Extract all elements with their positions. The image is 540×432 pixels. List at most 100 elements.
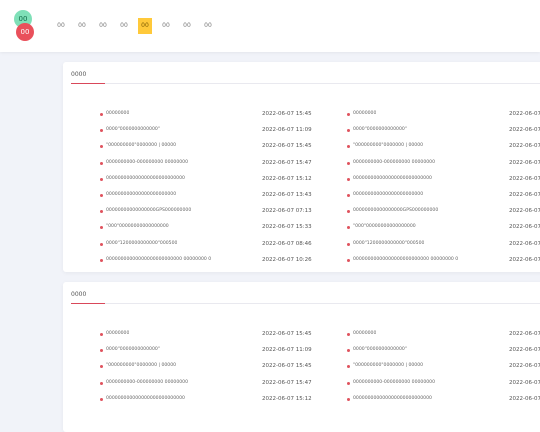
nav-item-6[interactable]: 00 <box>159 18 173 34</box>
item-date: 2022-06-07 10:26 <box>262 256 312 263</box>
list-item[interactable]: 00000000 2022-06-07 15:45 <box>99 107 329 123</box>
list-item[interactable]: "000"00000000000000000 2022-06-07 15:33 <box>99 220 329 236</box>
list-item[interactable]: "000000000"0000000 | 00000 2022-06-07 15:… <box>99 359 329 375</box>
list-item[interactable]: 0000"0000000000000" 2022-06-07 11:09 <box>99 123 329 139</box>
item-title[interactable]: "000000000"0000000 | 00000 <box>353 361 423 371</box>
item-title[interactable]: 0000000000-000000000 00000000 <box>106 378 188 388</box>
item-title[interactable]: "000000000"0000000 | 00000 <box>106 361 176 371</box>
item-title[interactable]: "000"00000000000000000 <box>353 222 416 232</box>
list-item[interactable]: 000000000000000000000000000 2022-06-07 <box>346 172 540 188</box>
list-item[interactable]: "000000000"0000000 | 00000 2022-06-07 <box>346 139 540 155</box>
item-date: 2022-06-07 15:12 <box>262 175 312 182</box>
list-item[interactable]: 0000"1200000000000"000500 2022-06-07 08:4… <box>99 237 329 253</box>
item-title[interactable]: 00000000 <box>106 329 129 339</box>
item-date: 2022-06-07 <box>509 363 540 370</box>
nav-item-2[interactable]: 00 <box>75 18 89 34</box>
bullet-icon <box>347 349 350 353</box>
list-item[interactable]: 0000"0000000000000" 2022-06-07 11:09 <box>99 343 329 359</box>
item-title[interactable]: 000000000000000000000000 <box>353 190 423 200</box>
item-title[interactable]: 000000000000000000000000000 <box>106 394 185 404</box>
news-list-left: 00000000 2022-06-07 15:45 0000"0000000000… <box>99 107 329 269</box>
site-logo[interactable]: 00 00 <box>14 10 36 44</box>
item-date: 2022-06-07 07:13 <box>262 208 312 215</box>
list-item[interactable]: 000000000000000000000000000 2022-06-07 15… <box>99 392 329 408</box>
item-title[interactable]: 00000000 <box>353 109 376 119</box>
item-date: 2022-06-07 <box>509 256 540 263</box>
list-item[interactable]: 000000000000000000000000000 2022-06-07 <box>346 392 540 408</box>
list-item[interactable]: 00000000 2022-06-07 15:45 <box>99 327 329 343</box>
item-title[interactable]: 0000"0000000000000" <box>106 345 160 355</box>
news-section-2: 0000 00000000 2022-06-07 15:45 0000"00000… <box>63 282 540 432</box>
list-item[interactable]: 0000"1200000000000"000500 2022-06-07 <box>346 237 540 253</box>
item-title[interactable]: "000"00000000000000000 <box>106 222 169 232</box>
list-item[interactable]: "000000000"0000000 | 00000 2022-06-07 <box>346 359 540 375</box>
list-item[interactable]: 00000000000000000000000000 00000000 0 202… <box>99 253 329 269</box>
bullet-icon <box>100 258 103 262</box>
nav-item-5-active[interactable]: 00 <box>138 18 152 34</box>
item-date: 2022-06-07 15:33 <box>262 224 312 231</box>
item-title[interactable]: 000000000000000000000000 <box>106 190 176 200</box>
nav-item-1[interactable]: 00 <box>54 18 68 34</box>
item-title[interactable]: 00000000000000000000000000 00000000 0 <box>353 255 458 265</box>
list-item[interactable]: 00000000000000000GPS000000000 2022-06-07 <box>346 204 540 220</box>
list-item[interactable]: 0000"0000000000000" 2022-06-07 <box>346 343 540 359</box>
bullet-icon <box>347 226 350 230</box>
section-title: 0000 <box>71 71 87 78</box>
item-title[interactable]: 0000"1200000000000"000500 <box>106 239 177 249</box>
item-date: 2022-06-07 <box>509 395 540 402</box>
item-title[interactable]: 0000"0000000000000" <box>353 345 407 355</box>
item-title[interactable]: "000000000"0000000 | 00000 <box>353 141 423 151</box>
list-item[interactable]: 0000000000-000000000 00000000 2022-06-07 <box>346 156 540 172</box>
item-title[interactable]: 00000000000000000000000000 00000000 0 <box>106 255 211 265</box>
nav-item-7[interactable]: 00 <box>180 18 194 34</box>
list-item[interactable]: 0000000000-000000000 00000000 2022-06-07 … <box>99 156 329 172</box>
item-title[interactable]: 0000000000-000000000 00000000 <box>106 158 188 168</box>
nav-item-4[interactable]: 00 <box>117 18 131 34</box>
item-title[interactable]: 0000"1200000000000"000500 <box>353 239 424 249</box>
logo-bottom-badge: 00 <box>16 23 34 41</box>
list-item[interactable]: 00000000 2022-06-07 <box>346 327 540 343</box>
bullet-icon <box>100 210 103 214</box>
list-item[interactable]: 00000000000000000GPS000000000 2022-06-07 … <box>99 204 329 220</box>
item-title[interactable]: "000000000"0000000 | 00000 <box>106 141 176 151</box>
item-title[interactable]: 0000"0000000000000" <box>353 125 407 135</box>
item-title[interactable]: 00000000 <box>353 329 376 339</box>
item-title[interactable]: 0000000000-000000000 00000000 <box>353 378 435 388</box>
bullet-icon <box>347 177 350 181</box>
list-item[interactable]: 0000000000-000000000 00000000 2022-06-07 <box>346 376 540 392</box>
item-date: 2022-06-07 <box>509 175 540 182</box>
bullet-icon <box>347 333 350 336</box>
bullet-icon <box>100 381 103 385</box>
nav-item-3[interactable]: 00 <box>96 18 110 34</box>
item-date: 2022-06-07 11:09 <box>262 347 312 354</box>
list-item[interactable]: 000000000000000000000000 2022-06-07 13:43 <box>99 188 329 204</box>
item-title[interactable]: 000000000000000000000000000 <box>353 174 432 184</box>
bullet-icon <box>347 365 350 369</box>
item-title[interactable]: 0000"0000000000000" <box>106 125 160 135</box>
bullet-icon <box>100 145 103 149</box>
item-title[interactable]: 0000000000-000000000 00000000 <box>353 158 435 168</box>
item-title[interactable]: 00000000 <box>106 109 129 119</box>
list-item[interactable]: 000000000000000000000000 2022-06-07 <box>346 188 540 204</box>
item-date: 2022-06-07 15:45 <box>262 111 312 117</box>
item-date: 2022-06-07 <box>509 240 540 247</box>
list-item[interactable]: "000"00000000000000000 2022-06-07 <box>346 220 540 236</box>
list-item[interactable]: 00000000 2022-06-07 <box>346 107 540 123</box>
item-title[interactable]: 000000000000000000000000000 <box>106 174 185 184</box>
list-item[interactable]: 0000000000-000000000 00000000 2022-06-07 … <box>99 376 329 392</box>
list-item[interactable]: 00000000000000000000000000 00000000 0 202… <box>346 253 540 269</box>
item-title[interactable]: 000000000000000000000000000 <box>353 394 432 404</box>
item-date: 2022-06-07 15:45 <box>262 363 312 370</box>
bullet-icon <box>347 145 350 149</box>
item-title[interactable]: 00000000000000000GPS000000000 <box>353 206 438 216</box>
nav-item-8[interactable]: 00 <box>201 18 215 34</box>
item-title[interactable]: 00000000000000000GPS000000000 <box>106 206 191 216</box>
list-item[interactable]: 000000000000000000000000000 2022-06-07 15… <box>99 172 329 188</box>
bullet-icon <box>100 193 103 197</box>
item-date: 2022-06-07 15:45 <box>262 331 312 337</box>
list-item[interactable]: "000000000"0000000 | 00000 2022-06-07 15:… <box>99 139 329 155</box>
item-date: 2022-06-07 <box>509 159 540 166</box>
list-item[interactable]: 0000"0000000000000" 2022-06-07 <box>346 123 540 139</box>
item-date: 2022-06-07 11:09 <box>262 127 312 134</box>
main-nav: 00 00 00 00 00 00 00 00 <box>54 18 222 34</box>
